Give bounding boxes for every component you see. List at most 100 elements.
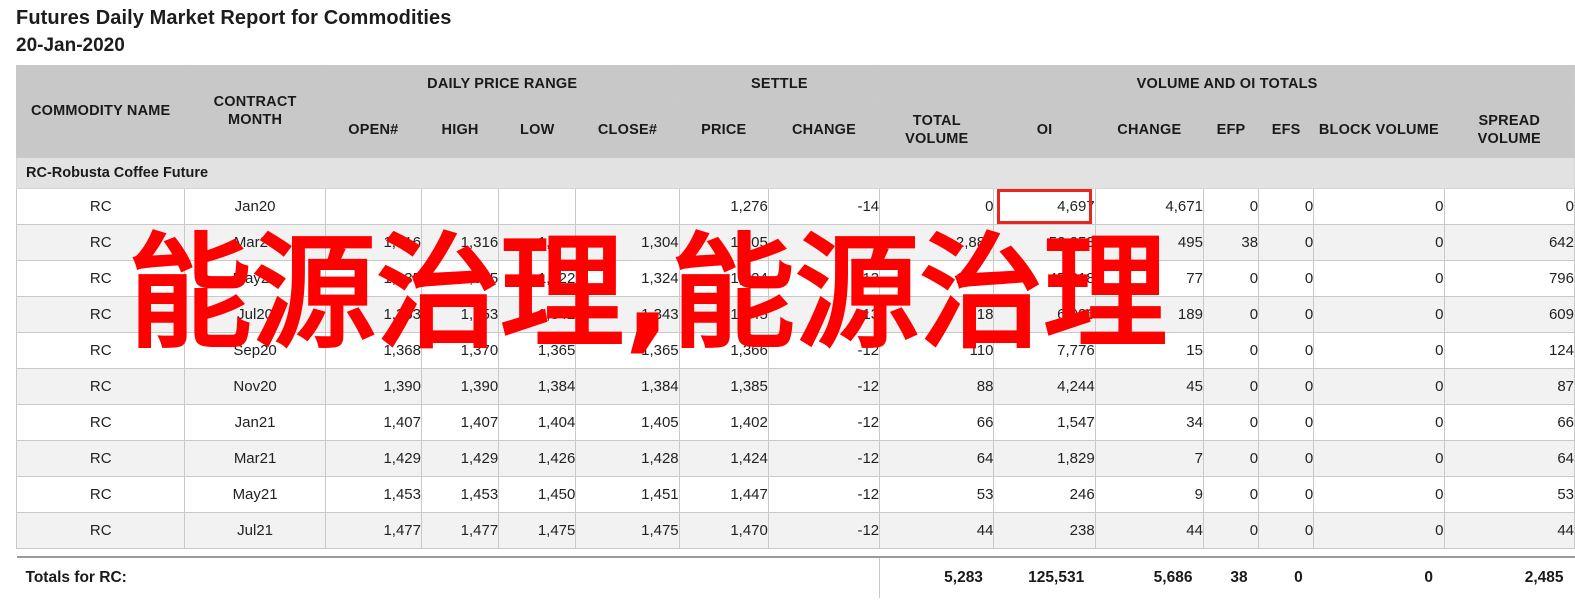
table-body: RC-Robusta Coffee Future RC Jan20 1,276 -14 0… (15, 156, 1575, 598)
table-row[interactable]: RC May20 1,335 1,335 1,322 1,324 1,324 -13 1,774… (15, 259, 1575, 297)
cell-oi: 45,818 (993, 259, 1096, 297)
cell-high: 1,407 (420, 403, 500, 441)
table-row[interactable]: RC Jan21 1,407 1,407 1,404 1,405 1,402 -12 66 1,5… (15, 403, 1575, 441)
cell-efp: 0 (1202, 187, 1260, 225)
cell-spread-volume: 796 (1443, 259, 1575, 297)
cell-close: 1,428 (575, 439, 680, 477)
cell-price: 1,424 (678, 439, 769, 477)
cell-spread-volume: 53 (1443, 475, 1575, 513)
table-row[interactable]: RC May21 1,453 1,453 1,450 1,451 1,447 -12 53 246… (15, 475, 1575, 513)
th-block-volume: BLOCK VOLUME (1313, 101, 1445, 158)
cell-price: 1,470 (678, 511, 769, 549)
cell-open: 1,390 (324, 367, 422, 405)
cell-block-volume: 0 (1313, 475, 1445, 513)
cell-close: 1,343 (575, 295, 680, 333)
cell-commodity: RC (15, 439, 186, 477)
cell-efs: 0 (1258, 439, 1315, 477)
table-row[interactable]: RC Jul21 1,477 1,477 1,475 1,475 1,470 -12 44 238… (15, 511, 1575, 549)
cell-oi-change: 189 (1094, 295, 1204, 333)
cell-efs: 0 (1258, 511, 1315, 549)
cell-efp: 38 (1202, 223, 1260, 261)
cell-change: -12 (767, 403, 881, 441)
table-row[interactable]: RC Sep20 1,368 1,370 1,365 1,365 1,366 -12 110 7,… (15, 331, 1575, 369)
cell-low: 1,404 (498, 403, 577, 441)
cell-price: 1,324 (678, 259, 769, 297)
cell-total-volume: 0 (879, 187, 995, 225)
cell-total-volume: 2,884 (879, 223, 995, 261)
cell-price: 1,276 (678, 187, 769, 225)
cell-efs: 0 (1258, 475, 1315, 513)
cell-commodity: RC (15, 331, 186, 369)
table-spacer-cell (16, 547, 1575, 557)
cell-low: 1,475 (498, 511, 577, 549)
cell-price: 1,345 (678, 295, 769, 333)
cell-spread-volume: 0 (1443, 187, 1575, 225)
cell-price: 1,402 (678, 403, 769, 441)
cell-efs: 0 (1258, 223, 1315, 261)
cell-month: Mar21 (184, 439, 326, 477)
th-oi-change: CHANGE (1094, 101, 1204, 158)
cell-oi-change: 4,671 (1094, 187, 1204, 225)
cell-open: 1,335 (324, 259, 422, 297)
cell-commodity: RC (15, 403, 186, 441)
cell-low: 1,384 (498, 367, 577, 405)
cell-close: 1,365 (575, 331, 680, 369)
cell-month: May21 (184, 475, 326, 513)
cell-month: Jan20 (184, 187, 326, 225)
cell-low: 1,322 (498, 259, 577, 297)
cell-price: 1,447 (678, 475, 769, 513)
th-oi: OI (993, 101, 1096, 158)
cell-efp: 0 (1202, 511, 1260, 549)
table-row[interactable]: RC Mar20 1,316 1,316 1,303 1,304 1,305 -14 2,884… (15, 223, 1575, 261)
cell-efp: 0 (1202, 331, 1260, 369)
th-low: LOW (498, 101, 577, 158)
cell-efp: 0 (1202, 259, 1260, 297)
cell-efp: 0 (1202, 439, 1260, 477)
cell-spread-volume: 124 (1443, 331, 1575, 369)
cell-high: 1,353 (420, 295, 500, 333)
cell-oi: 4,244 (993, 367, 1096, 405)
table-row[interactable]: RC Jul20 1,353 1,353 1,342 1,343 1,345 -13 318 6,… (15, 295, 1575, 333)
th-price: PRICE (678, 101, 769, 158)
cell-close: 1,451 (575, 475, 680, 513)
cell-oi: 6,926 (993, 295, 1096, 333)
cell-low: 1,426 (498, 439, 577, 477)
cell-commodity: RC (15, 367, 186, 405)
table-row[interactable]: RC Jan20 1,276 -14 0 4,697 4,671 0 0 0 0 (15, 187, 1575, 225)
cell-efs: 0 (1258, 331, 1315, 369)
th-settle: SETTLE (678, 64, 881, 103)
cell-month: Jan21 (184, 403, 326, 441)
table-row[interactable]: RC Nov20 1,390 1,390 1,384 1,384 1,385 -12 88 4,2… (15, 367, 1575, 405)
totals-row: Totals for RC: 5,283 125,531 5,686 38 0 0 2,485 (16, 555, 1575, 598)
cell-efs: 0 (1258, 403, 1315, 441)
cell-oi: 1,829 (993, 439, 1096, 477)
cell-close: 1,405 (575, 403, 680, 441)
cell-commodity: RC (15, 295, 186, 333)
totals-total-volume: 5,283 (879, 555, 994, 598)
cell-high: 1,390 (420, 367, 500, 405)
cell-change: -14 (767, 187, 881, 225)
cell-low: 1,303 (498, 223, 577, 261)
th-daily-price-range: DAILY PRICE RANGE (324, 64, 680, 103)
cell-change: -12 (767, 439, 881, 477)
cell-change: -12 (767, 511, 881, 549)
cell-block-volume: 0 (1313, 439, 1445, 477)
totals-label: Totals for RC: (16, 555, 880, 598)
cell-price: 1,366 (678, 331, 769, 369)
th-spread-volume: SPREAD VOLUME (1443, 101, 1575, 158)
cell-high: 1,335 (420, 259, 500, 297)
cell-block-volume: 0 (1313, 295, 1445, 333)
cell-change: -12 (767, 367, 881, 405)
table-row[interactable]: RC Mar21 1,429 1,429 1,426 1,428 1,424 -12 64 1,8… (15, 439, 1575, 477)
cell-month: Jul20 (184, 295, 326, 333)
cell-close (575, 187, 680, 225)
cell-commodity: RC (15, 187, 186, 225)
th-efp: EFP (1202, 101, 1260, 158)
cell-change: -13 (767, 295, 881, 333)
commodity-group-label: RC-Robusta Coffee Future (16, 156, 1575, 189)
cell-block-volume: 0 (1313, 403, 1445, 441)
cell-commodity: RC (15, 511, 186, 549)
totals-block-volume: 0 (1313, 555, 1445, 598)
report-page: Futures Daily Market Report for Commodit… (0, 0, 1575, 614)
cell-low: 1,365 (498, 331, 577, 369)
